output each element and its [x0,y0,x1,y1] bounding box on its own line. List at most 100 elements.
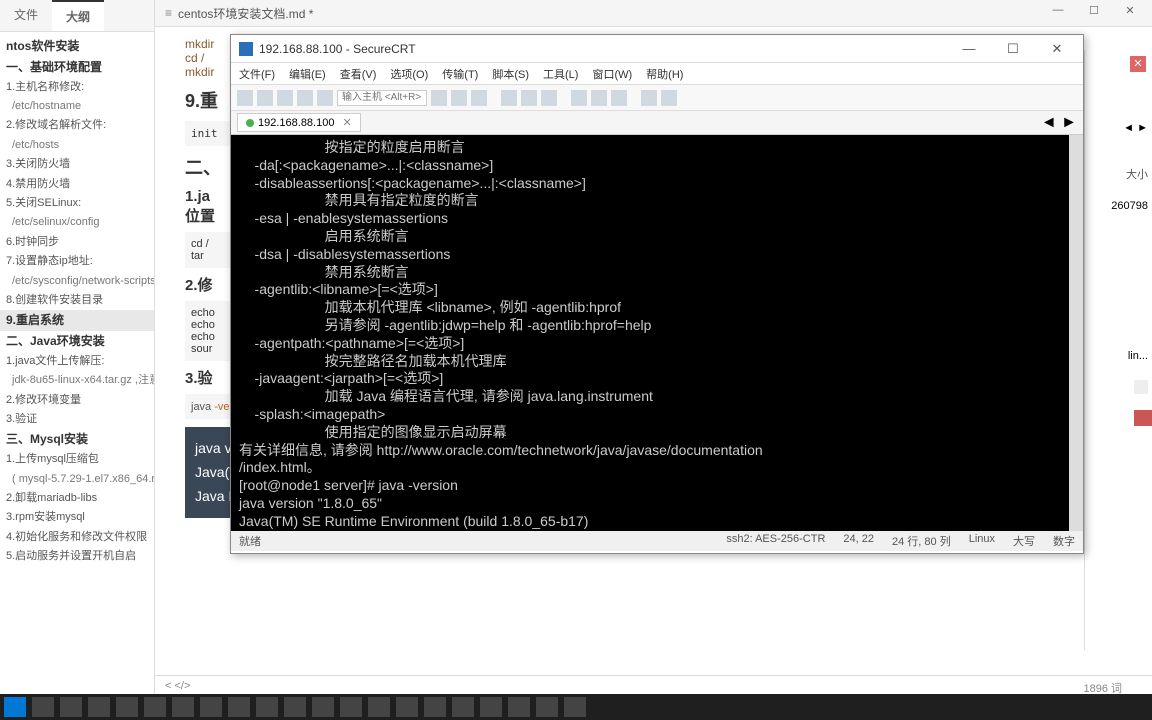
copy-icon[interactable] [431,90,447,106]
vscode-icon[interactable] [256,697,278,717]
menu-item[interactable]: 脚本(S) [492,66,529,82]
app8-icon[interactable] [536,697,558,717]
outline-subitem: ( mysql-5.7.29-1.el7.x86_64.rpm-bundle.t… [0,470,154,489]
menu-item[interactable]: 工具(L) [543,66,578,82]
terminal-scrollbar[interactable] [1069,135,1083,531]
editor-close-button[interactable]: ✕ [1118,4,1142,22]
reconnect-icon[interactable] [317,90,333,106]
app7-icon[interactable] [508,697,530,717]
app5-icon[interactable] [452,697,474,717]
outline-item[interactable]: 5.关闭SELinux: [0,194,154,213]
disconnect-icon[interactable] [297,90,313,106]
terminal-title: 192.168.88.100 - SecureCRT [259,42,416,56]
lin-hint: lin... [1128,350,1148,362]
start-button[interactable] [4,697,26,717]
store-icon[interactable] [144,697,166,717]
outline-item[interactable]: ntos软件安装 [0,36,154,57]
find-icon[interactable] [471,90,487,106]
size-header: 大小 [1126,166,1148,182]
status-ssh: ssh2: AES-256-CTR [726,533,825,549]
terminal-menubar[interactable]: 文件(F) 编辑(E) 查看(V) 选项(O) 传输(T) 脚本(S) 工具(L) 窗口(W)… [231,63,1083,85]
outline-item[interactable]: 3.验证 [0,410,154,429]
term-icon[interactable] [340,697,362,717]
editor-title-text: centos环境安装文档.md * [178,5,313,22]
quick-connect-icon[interactable] [257,90,273,106]
outline-list[interactable]: ntos软件安装一、基础环境配置1.主机名称修改:/etc/hostname2.… [0,32,154,692]
outline-item[interactable]: 6.时钟同步 [0,233,154,252]
cortana-icon[interactable] [60,697,82,717]
outline-item[interactable]: 8.创建软件安装目录 [0,291,154,310]
connect-icon[interactable] [237,90,253,106]
terminal-output[interactable]: 按指定的粒度启用断言 -da[:<packagename>...|:<class… [231,135,1083,531]
outline-item[interactable]: 3.rpm安装mysql [0,508,154,527]
app3-icon[interactable] [396,697,418,717]
host-input[interactable] [337,90,427,106]
outline-item[interactable]: 二、Java环境安装 [0,331,154,352]
panel-close-button[interactable]: ✕ [1130,56,1146,72]
right-panel: ✕ ◄ ► 大小 260798 lin... [1084,50,1152,650]
outline-item[interactable]: 9.重启系统 [0,310,154,331]
outline-subitem: /etc/hosts [0,136,154,155]
about-icon[interactable] [661,90,677,106]
terminal-toolbar[interactable] [231,85,1083,111]
app6-icon[interactable] [480,697,502,717]
menu-item[interactable]: 查看(V) [340,66,377,82]
session-icon[interactable] [277,90,293,106]
outline-item[interactable]: 4.初始化服务和修改文件权限 [0,528,154,547]
paste-icon[interactable] [451,90,467,106]
app-icon[interactable] [228,697,250,717]
tab-scroll-arrows[interactable]: ◄ ► [1041,114,1077,132]
menu-item[interactable]: 传输(T) [442,66,478,82]
edge-icon[interactable] [200,697,222,717]
menu-item[interactable]: 编辑(E) [289,66,326,82]
print-icon[interactable] [501,90,517,106]
outline-item[interactable]: 1.java文件上传解压: [0,352,154,371]
session-tab-close[interactable]: ✕ [342,116,351,129]
securecrt-window[interactable]: 192.168.88.100 - SecureCRT — ☐ ✕ 文件(F) 编辑… [230,34,1084,554]
typora-icon[interactable] [312,697,334,717]
menu-item[interactable]: 文件(F) [239,66,275,82]
term-min-button[interactable]: — [951,38,987,60]
outline-item[interactable]: 1.上传mysql压缩包 [0,450,154,469]
menu-item[interactable]: 选项(O) [390,66,428,82]
tab-files[interactable]: 文件 [0,0,52,31]
help-icon[interactable] [641,90,657,106]
tab-outline[interactable]: 大纲 [52,0,104,31]
term-max-button[interactable]: ☐ [995,38,1031,60]
chrome-icon[interactable] [172,697,194,717]
session-tab[interactable]: 192.168.88.100 ✕ [237,113,361,132]
menu-item[interactable]: 窗口(W) [592,66,632,82]
outline-item[interactable]: 2.修改环境变量 [0,391,154,410]
terminal-titlebar[interactable]: 192.168.88.100 - SecureCRT — ☐ ✕ [231,35,1083,63]
search-icon[interactable] [32,697,54,717]
editor-titlebar[interactable]: ≡ centos环境安装文档.md * — ☐ ✕ [155,0,1152,27]
key-icon[interactable] [591,90,607,106]
doc-icon: ≡ [165,6,172,20]
outline-item[interactable]: 1.主机名称修改: [0,78,154,97]
terminal-tabbar: 192.168.88.100 ✕ ◄ ► [231,111,1083,135]
editor-min-button[interactable]: — [1046,4,1070,22]
lightbulb-icon[interactable] [611,90,627,106]
windows-taskbar[interactable] [0,694,1152,720]
outline-item[interactable]: 2.卸载mariadb-libs [0,489,154,508]
outline-item[interactable]: 3.关闭防火墙 [0,155,154,174]
transfer-icon[interactable] [541,90,557,106]
outline-item[interactable]: 4.禁用防火墙 [0,175,154,194]
app2-icon[interactable] [368,697,390,717]
screen-icon[interactable] [521,90,537,106]
outline-item[interactable]: 7.设置静态ip地址: [0,252,154,271]
outline-item[interactable]: 2.修改域名解析文件: [0,116,154,135]
explorer-icon[interactable] [116,697,138,717]
outline-item[interactable]: 5.启动服务并设置开机自启 [0,547,154,566]
app4-icon[interactable] [424,697,446,717]
idea-icon[interactable] [284,697,306,717]
options-icon[interactable] [571,90,587,106]
editor-max-button[interactable]: ☐ [1082,4,1106,22]
term-close-button[interactable]: ✕ [1039,38,1075,60]
menu-item[interactable]: 帮助(H) [646,66,683,82]
outline-item[interactable]: 三、Mysql安装 [0,429,154,450]
app9-icon[interactable] [564,697,586,717]
taskview-icon[interactable] [88,697,110,717]
nav-arrows[interactable]: ◄ ► [1123,122,1148,134]
outline-item[interactable]: 一、基础环境配置 [0,57,154,78]
